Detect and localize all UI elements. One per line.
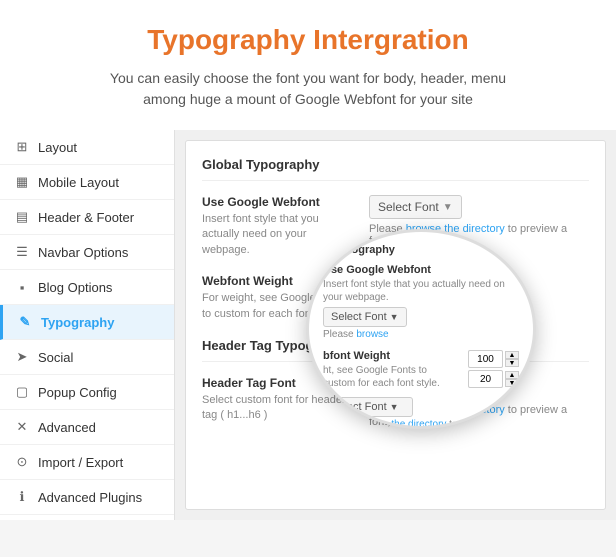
- sidebar: ⊞ Layout ▦ Mobile Layout ▤ Header & Foot…: [0, 130, 175, 520]
- magnify-weight-val1[interactable]: 100: [468, 350, 503, 368]
- sidebar-item-label: Layout: [38, 140, 77, 155]
- sidebar-item-advanced[interactable]: ✕ Advanced: [0, 410, 174, 445]
- sidebar-item-advanced-plugins[interactable]: ℹ Advanced Plugins: [0, 480, 174, 515]
- subtitle: You can easily choose the font you want …: [40, 68, 576, 110]
- magnify-num-row-2: 20 ▲ ▼: [468, 370, 519, 388]
- magnify-weight-title: bfont Weight: [323, 350, 460, 362]
- sidebar-item-label: Advanced Plugins: [38, 490, 142, 505]
- layout-icon: ⊞: [14, 139, 30, 155]
- sidebar-item-typography[interactable]: ✎ Typography: [0, 305, 174, 340]
- sidebar-item-header-footer[interactable]: ▤ Header & Footer: [0, 200, 174, 235]
- magnify-select-font-label: Select Font: [331, 311, 387, 323]
- sidebar-item-label: Navbar Options: [38, 245, 128, 260]
- dropdown-arrow-icon: ▼: [443, 202, 453, 213]
- use-google-webfont-title: Use Google Webfont: [202, 195, 357, 209]
- magnify-weight-controls: 100 ▲ ▼ 20 ▲ ▼: [468, 350, 519, 388]
- typography-icon: ✎: [17, 314, 33, 330]
- magnify-weight-val2[interactable]: 20: [468, 370, 503, 388]
- magnify-spinners-1: ▲ ▼: [505, 351, 519, 367]
- magnify-dropdown-arrow-icon: ▼: [390, 312, 399, 322]
- sidebar-item-label: Typography: [41, 315, 114, 330]
- header-footer-icon: ▤: [14, 209, 30, 225]
- magnify-bottom-arrow-icon: ▼: [390, 402, 399, 412]
- page-title: Typography Intergration: [40, 24, 576, 56]
- magnify-webfont-title: Use Google Webfont: [323, 264, 519, 276]
- sidebar-item-label: Import / Export: [38, 455, 123, 470]
- magnify-content: n Typography Use Google Webfont Insert f…: [309, 232, 533, 429]
- magnify-select-font-button[interactable]: Select Font ▼: [323, 307, 407, 327]
- header-tag-font-desc: Select custom font for header tag ( h1..…: [202, 393, 357, 424]
- magnify-weight-left: bfont Weight ht, see Google Fonts to cus…: [323, 350, 460, 393]
- magnify-browse-link[interactable]: browse: [356, 329, 388, 340]
- magnify-webfont-desc: Insert font style that you actually need…: [323, 278, 519, 304]
- magnify-spinner-up-1[interactable]: ▲: [505, 351, 519, 359]
- advanced-icon: ✕: [14, 419, 30, 435]
- sidebar-item-navbar-options[interactable]: ☰ Navbar Options: [0, 235, 174, 270]
- subtitle-line2: among huge a mount of Google Webfont for…: [143, 91, 473, 107]
- magnify-spinner-down-1[interactable]: ▼: [505, 359, 519, 367]
- select-font-button[interactable]: Select Font ▼: [369, 195, 462, 219]
- global-typography-title: Global Typography: [202, 157, 589, 181]
- sidebar-item-popup-config[interactable]: ▢ Popup Config: [0, 375, 174, 410]
- magnify-spinner-up-2[interactable]: ▲: [505, 371, 519, 379]
- mobile-layout-icon: ▦: [14, 174, 30, 190]
- magnify-num-row-1: 100 ▲ ▼: [468, 350, 519, 368]
- magnify-webfont-row: Use Google Webfont Insert font style tha…: [323, 264, 519, 340]
- magnify-overlay: n Typography Use Google Webfont Insert f…: [306, 229, 536, 429]
- sidebar-item-blog-options[interactable]: ▪ Blog Options: [0, 270, 174, 305]
- main-content: Global Typography Use Google Webfont Ins…: [185, 140, 606, 510]
- use-google-webfont-label: Use Google Webfont Insert font style tha…: [202, 195, 357, 258]
- select-font-label: Select Font: [378, 200, 439, 214]
- sidebar-item-label: Social: [38, 350, 73, 365]
- social-icon: ➤: [14, 349, 30, 365]
- sidebar-item-mobile-layout[interactable]: ▦ Mobile Layout: [0, 165, 174, 200]
- sidebar-item-label: Blog Options: [38, 280, 112, 295]
- magnify-weight-desc: ht, see Google Fonts to custom for each …: [323, 364, 460, 390]
- content-area: ⊞ Layout ▦ Mobile Layout ▤ Header & Foot…: [0, 130, 616, 520]
- sidebar-item-label: Mobile Layout: [38, 175, 119, 190]
- sidebar-item-label: Advanced: [38, 420, 96, 435]
- import-export-icon: ⊙: [14, 454, 30, 470]
- sidebar-item-label: Popup Config: [38, 385, 117, 400]
- use-google-webfont-desc: Insert font style that you actually need…: [202, 212, 357, 258]
- popup-icon: ▢: [14, 384, 30, 400]
- magnify-browse: Please browse: [323, 329, 519, 340]
- top-section: Typography Intergration You can easily c…: [0, 0, 616, 130]
- sidebar-item-label: Header & Footer: [38, 210, 134, 225]
- blog-icon: ▪: [14, 279, 30, 295]
- sidebar-item-layout[interactable]: ⊞ Layout: [0, 130, 174, 165]
- sidebar-item-social[interactable]: ➤ Social: [0, 340, 174, 375]
- sidebar-item-import-export[interactable]: ⊙ Import / Export: [0, 445, 174, 480]
- subtitle-line1: You can easily choose the font you want …: [110, 70, 506, 86]
- advanced-plugins-icon: ℹ: [14, 489, 30, 505]
- navbar-icon: ☰: [14, 244, 30, 260]
- magnify-weight-row: bfont Weight ht, see Google Fonts to cus…: [323, 350, 519, 393]
